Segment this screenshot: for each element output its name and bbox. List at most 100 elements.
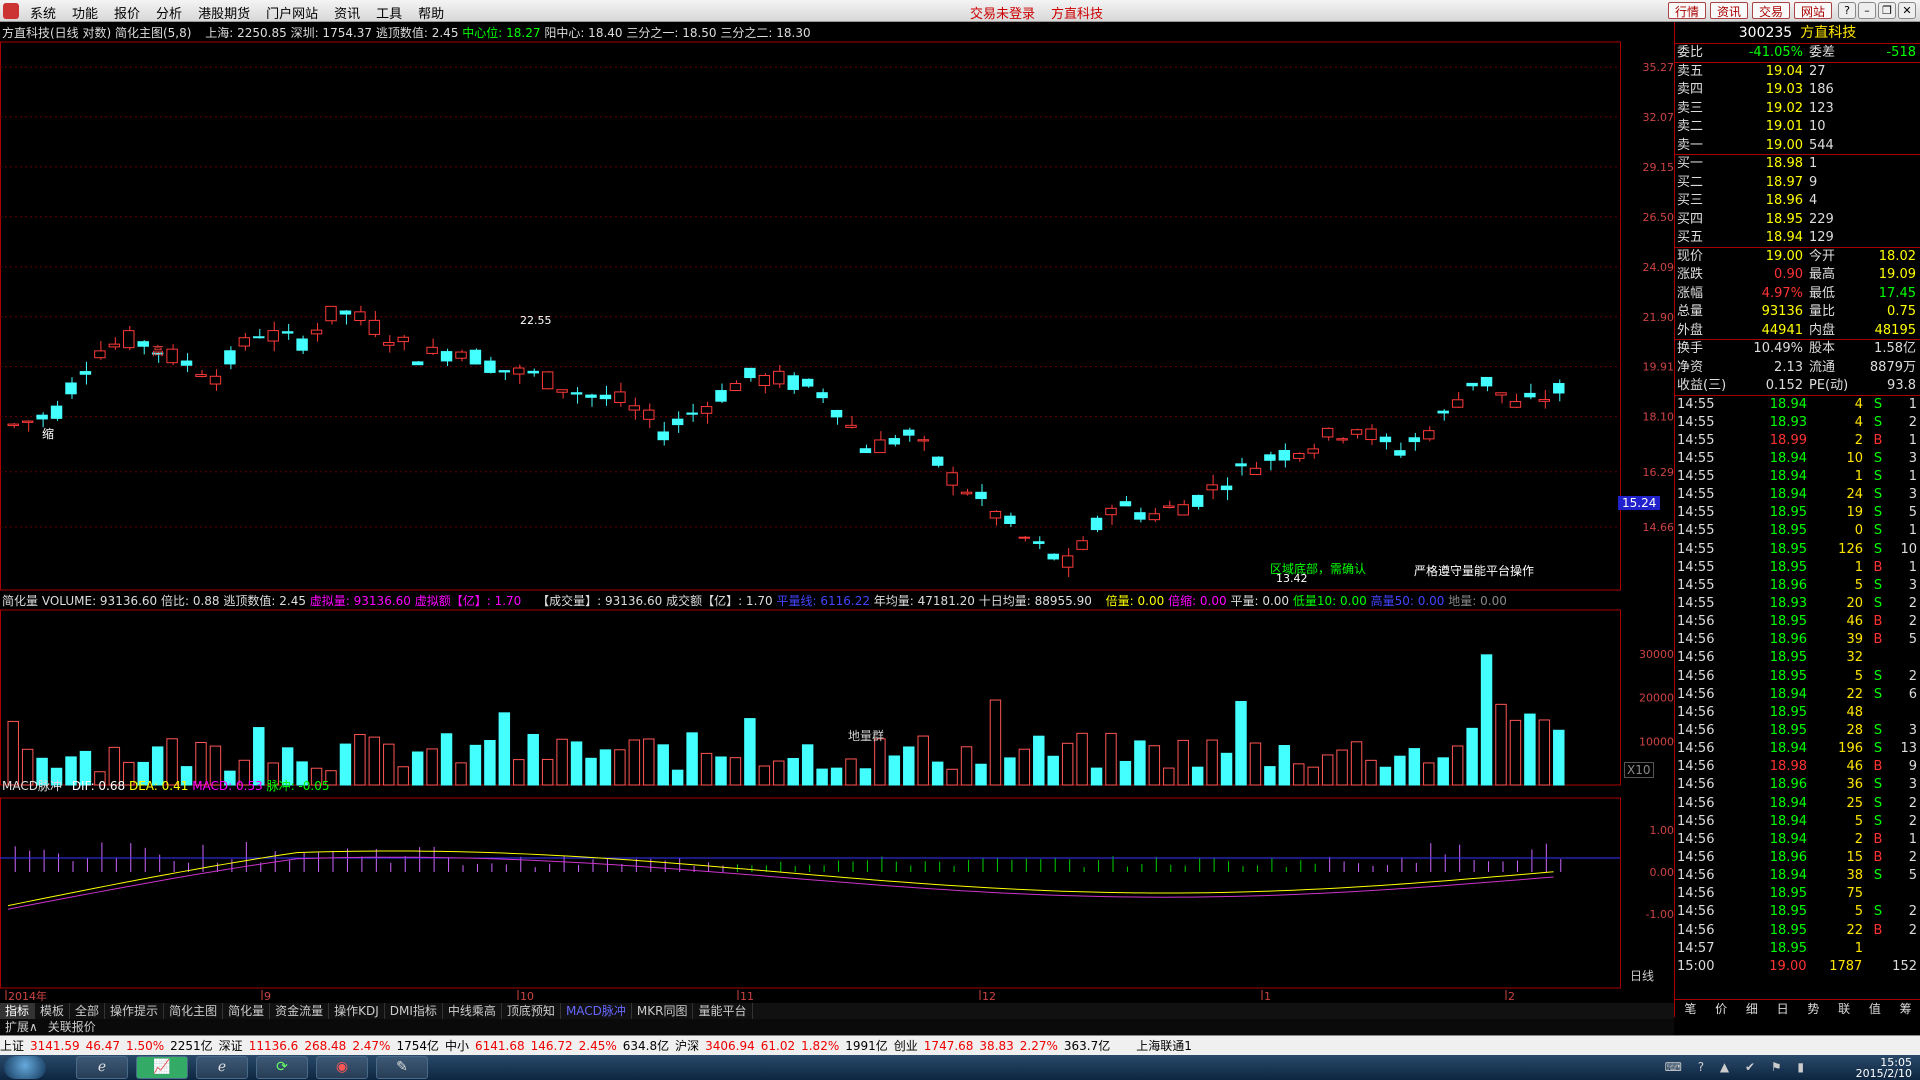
tick-row: 14:55 18.93 20 S 2 xyxy=(1675,595,1920,613)
minimize-icon[interactable]: – xyxy=(1858,2,1876,19)
volume-bar xyxy=(556,738,568,786)
candle-body xyxy=(556,389,568,393)
tick-row: 14:56 18.95 22 B 2 xyxy=(1675,922,1920,940)
quote-tab[interactable]: 细 xyxy=(1746,1000,1758,1017)
indicator-tab[interactable]: 中线乘高 xyxy=(443,1003,502,1019)
tick-cell: 48 xyxy=(1846,704,1863,720)
quote-tab[interactable]: 笔 xyxy=(1684,1000,1696,1017)
menu-item[interactable]: 港股期货 xyxy=(190,3,258,22)
chart-canvas[interactable]: 35.27 32.07 29.15 26.50 24.09 21.90 19.91 18.10… xyxy=(0,22,1674,1002)
tick-cell: S xyxy=(1873,523,1883,539)
system-tray: ⌨ ? ▲ ✔ ⚑ ▮ xyxy=(1664,1060,1810,1074)
menu-item[interactable]: 门户网站 xyxy=(258,3,326,22)
ie-icon[interactable]: ℯ xyxy=(76,1056,128,1079)
quote-cell: 18.96 xyxy=(1765,193,1803,208)
indicator-tab[interactable]: MACD脉冲 xyxy=(561,1003,632,1019)
candle-body xyxy=(1480,376,1493,387)
tick-cell: 3 xyxy=(1908,450,1917,466)
indicator-tab[interactable]: 资金流量 xyxy=(270,1003,330,1019)
quote-tab[interactable]: 值 xyxy=(1869,1000,1881,1017)
quote-tab[interactable]: 联 xyxy=(1838,1000,1850,1017)
quote-cell: 9 xyxy=(1809,174,1818,190)
restore-icon[interactable]: ❐ xyxy=(1878,2,1896,19)
indicator-tab[interactable]: 简化主图 xyxy=(164,1003,224,1019)
volume-bar xyxy=(7,720,19,786)
menu-item[interactable]: 系统 xyxy=(22,3,64,22)
tick-row: 14:56 18.95 32 xyxy=(1675,649,1920,667)
vol-group-label: 地量群 xyxy=(848,729,885,743)
quote-cell: 涨跌 xyxy=(1677,267,1704,282)
indicator-tab[interactable]: 操作提示 xyxy=(105,1003,165,1019)
tick-cell: 18.93 xyxy=(1769,596,1807,612)
stock-tool-icon[interactable]: ◉ xyxy=(316,1056,368,1079)
extension-tab[interactable]: 扩展∧ xyxy=(0,1019,43,1035)
quote-cell: 现价 xyxy=(1677,248,1704,264)
tick-row: 14:55 18.94 1 S 1 xyxy=(1675,468,1920,486)
tick-row: 14:55 18.96 5 S 3 xyxy=(1675,577,1920,595)
volume-bar xyxy=(1018,748,1031,786)
menu-item[interactable]: 报价 xyxy=(106,3,148,22)
app-icon[interactable]: ✎ xyxy=(376,1056,428,1079)
refresh-icon[interactable]: ⟳ xyxy=(256,1056,308,1079)
quote-row: 委比 -41.05% 委差 -518 xyxy=(1675,44,1920,63)
candle-body xyxy=(1018,536,1031,539)
extension-tab[interactable]: 关联报价 xyxy=(43,1019,101,1035)
indicator-tab[interactable]: DMI指标 xyxy=(385,1003,443,1019)
tick-cell: 18.95 xyxy=(1769,541,1807,557)
quote-cell: 10 xyxy=(1809,119,1826,134)
close-icon[interactable]: ✕ xyxy=(1898,2,1916,19)
tick-cell: B xyxy=(1873,614,1883,630)
quote-cell: 净资 xyxy=(1677,359,1704,375)
stock-code: 300235 xyxy=(1738,25,1793,41)
candle-body xyxy=(1264,454,1276,461)
menu-item[interactable]: 帮助 xyxy=(410,3,452,22)
menu-item[interactable]: 分析 xyxy=(148,3,190,22)
help-icon[interactable]: ? xyxy=(1838,2,1856,19)
quote-tab[interactable]: 日 xyxy=(1777,1000,1789,1017)
quote-cell: -518 xyxy=(1886,45,1916,60)
candle-body xyxy=(238,337,251,347)
quote-tab[interactable]: 势 xyxy=(1807,1000,1819,1017)
vol-right: 年均量: 47181.20 十日均量: 88955.90 xyxy=(873,594,1092,608)
status-text: 交易未登录 xyxy=(970,7,1036,22)
current-price-tag: 15.24 xyxy=(1618,496,1661,510)
tick-cell: 19 xyxy=(1846,505,1863,521)
volume-bar xyxy=(1090,767,1103,786)
news-button[interactable]: 资讯 xyxy=(1709,2,1748,19)
candle-body xyxy=(1076,540,1088,550)
trade-button[interactable]: 交易 xyxy=(1751,2,1790,19)
quote-cell: 涨幅 xyxy=(1677,285,1704,301)
start-button[interactable] xyxy=(4,1056,46,1079)
menu-item[interactable]: 工具 xyxy=(368,3,410,22)
tick-cell: 14:55 xyxy=(1677,432,1715,448)
browser-icon[interactable]: ℯ xyxy=(196,1056,248,1079)
quote-cell: 最高 xyxy=(1809,267,1836,282)
indicator-tab[interactable]: MKR同图 xyxy=(632,1003,694,1019)
menu-item[interactable]: 资讯 xyxy=(326,3,368,22)
tick-row: 14:56 18.94 2 B 1 xyxy=(1675,831,1920,849)
tick-cell: B xyxy=(1873,559,1883,575)
macd-dea: DEA: 0.41 xyxy=(128,779,189,793)
annotation-strict: 严格遵守量能平台操作 xyxy=(1414,564,1535,578)
tick-cell: 2 xyxy=(1854,432,1863,448)
indicator-tab[interactable]: 全部 xyxy=(70,1003,106,1019)
quote-cell: 8879万 xyxy=(1869,359,1916,375)
quote-button[interactable]: 行情 xyxy=(1667,2,1706,19)
indicator-tab[interactable]: 操作KDJ xyxy=(329,1003,385,1019)
quote-tab[interactable]: 筹 xyxy=(1900,1000,1912,1017)
site-button[interactable]: 网站 xyxy=(1793,2,1832,19)
indicator-tab[interactable]: 量能平台 xyxy=(693,1003,753,1019)
indicator-tab[interactable]: 简化量 xyxy=(223,1003,271,1019)
tick-cell: B xyxy=(1873,922,1883,938)
menu-item[interactable]: 功能 xyxy=(64,3,106,22)
indicator-tab[interactable]: 模板 xyxy=(35,1003,71,1019)
indicator-tab[interactable]: 顶底预知 xyxy=(502,1003,561,1019)
tick-row: 14:56 18.95 5 S 2 xyxy=(1675,903,1920,921)
candle-body xyxy=(729,383,742,391)
indicator-tab[interactable]: 指标 xyxy=(0,1003,36,1019)
tick-cell: 18.95 xyxy=(1769,886,1807,902)
quote-tab[interactable]: 价 xyxy=(1715,1000,1727,1017)
kline-chart-area[interactable]: 35.27 32.07 29.15 26.50 24.09 21.90 19.91 18.10… xyxy=(0,22,1674,1017)
volume-bar xyxy=(1148,745,1161,786)
stock-app-icon[interactable]: 📈 xyxy=(136,1056,188,1079)
